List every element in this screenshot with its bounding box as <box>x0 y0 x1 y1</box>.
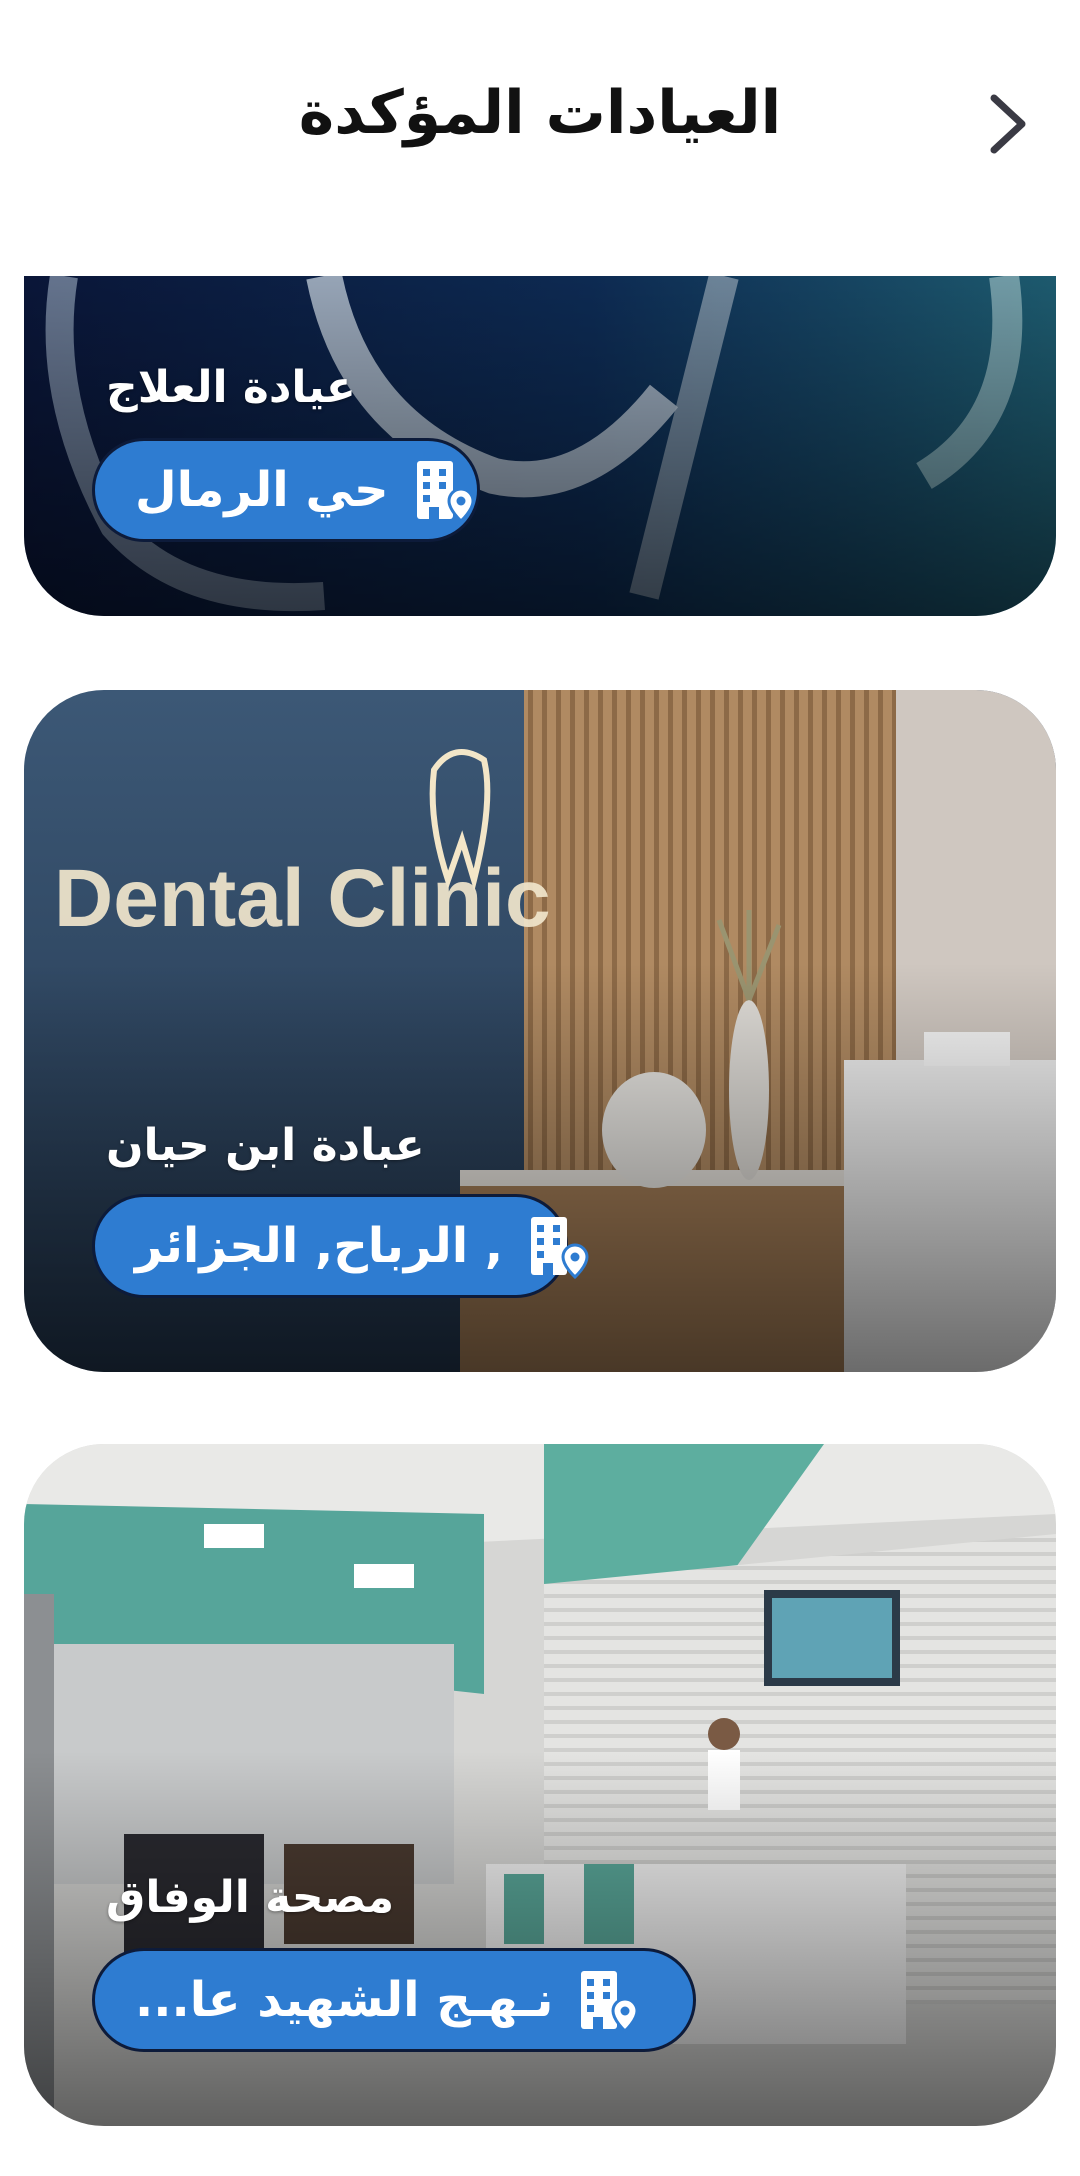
clinic-card[interactable]: مصحة الوفاق نـهـج الشهيد عا... <box>24 1444 1056 2126</box>
clinic-name: عبادة ابن حيان <box>106 1120 425 1171</box>
clinic-card[interactable]: عيادة العلاج حي الرمال <box>24 276 1056 616</box>
building-location-icon <box>416 461 475 523</box>
location-pill[interactable]: , الرباح, الجزائر <box>92 1194 589 1298</box>
location-pill[interactable]: نـهـج الشهيد عا... <box>92 1948 696 2052</box>
clinic-name: عيادة العلاج <box>106 362 356 413</box>
app-header: العيادات المؤكدة <box>0 0 1080 250</box>
page-title: العيادات المؤكدة <box>298 78 782 148</box>
building-location-icon <box>531 1217 589 1279</box>
clinic-location: , الرباح, الجزائر <box>135 1218 504 1274</box>
clinic-card[interactable]: Dental Clinic عبادة ابن حيان , الرباح, ا… <box>24 690 1056 1372</box>
clinic-location: حي الرمال <box>135 462 389 518</box>
clinic-location: نـهـج الشهيد عا... <box>135 1972 554 2028</box>
clinic-name: مصحة الوفاق <box>106 1872 395 1923</box>
chevron-right-icon <box>990 94 1026 154</box>
back-button[interactable] <box>964 80 1052 168</box>
location-pill[interactable]: حي الرمال <box>92 438 480 542</box>
building-location-icon <box>581 1971 639 2033</box>
